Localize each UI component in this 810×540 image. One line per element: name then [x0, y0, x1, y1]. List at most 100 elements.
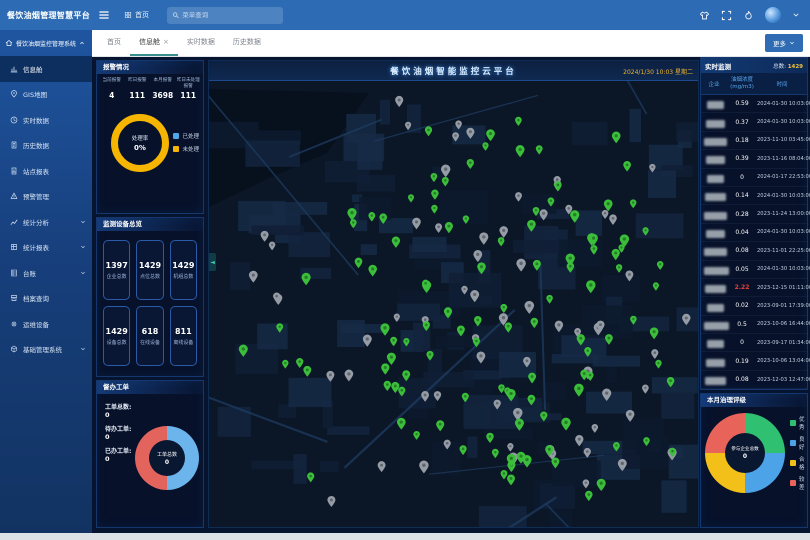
- map-pin[interactable]: [442, 177, 449, 187]
- realtime-row[interactable]: 0.28 2023-11-24 13:00:00: [701, 205, 807, 223]
- sidebar-item[interactable]: 台账: [0, 260, 92, 286]
- map-pin[interactable]: [431, 190, 438, 200]
- realtime-row[interactable]: 0 2023-09-17 01:34:00: [701, 334, 807, 352]
- map-pin[interactable]: [650, 327, 659, 339]
- map-pin[interactable]: [445, 222, 453, 233]
- breadcrumb-home[interactable]: 首页: [124, 10, 149, 20]
- map-pin[interactable]: [616, 264, 622, 273]
- map-pin[interactable]: [501, 470, 508, 479]
- sidebar-item[interactable]: 基础管理系统: [0, 337, 92, 363]
- map-pin[interactable]: [408, 194, 414, 202]
- user-menu-chevron-down-icon[interactable]: [792, 11, 800, 19]
- map-pin[interactable]: [575, 435, 583, 446]
- map-pin[interactable]: [536, 145, 543, 154]
- map-pin[interactable]: [515, 117, 522, 126]
- map-pin[interactable]: [623, 161, 631, 172]
- map-pin[interactable]: [249, 271, 258, 283]
- map-pin[interactable]: [655, 360, 661, 369]
- map-pin[interactable]: [302, 273, 311, 285]
- menu-search[interactable]: [167, 7, 283, 24]
- map-pin[interactable]: [651, 349, 658, 359]
- map-pin[interactable]: [492, 449, 499, 458]
- sidebar-item[interactable]: 运维设备: [0, 311, 92, 337]
- map-pin[interactable]: [425, 126, 432, 136]
- realtime-row[interactable]: 0.37 2024-01-30 10:03:00: [701, 113, 807, 131]
- map-pin[interactable]: [586, 280, 595, 293]
- theme-skin-icon[interactable]: [699, 10, 710, 21]
- map-pin[interactable]: [436, 420, 444, 431]
- map-pin[interactable]: [261, 231, 269, 242]
- tab[interactable]: 历史数据 ×: [224, 30, 270, 56]
- realtime-row[interactable]: 0.19 2023-10-06 13:04:00: [701, 352, 807, 370]
- realtime-row[interactable]: 0.05 2024-01-30 10:03:00: [701, 261, 807, 279]
- map-pin[interactable]: [419, 461, 428, 474]
- map-pin[interactable]: [507, 443, 513, 452]
- map-pin[interactable]: [303, 366, 311, 377]
- tab[interactable]: 信息舱 ×: [130, 30, 178, 56]
- menu-toggle-icon[interactable]: [98, 9, 110, 21]
- sidebar-item[interactable]: 预警管理: [0, 184, 92, 210]
- map-pin[interactable]: [397, 418, 406, 430]
- map-pin[interactable]: [413, 431, 419, 440]
- realtime-row[interactable]: 0.14 2024-01-30 10:03:00: [701, 187, 807, 205]
- map-pin[interactable]: [380, 323, 389, 335]
- map-pin[interactable]: [391, 382, 399, 393]
- realtime-row[interactable]: 0.59 2024-01-30 10:03:00: [701, 95, 807, 113]
- map-pin[interactable]: [345, 370, 354, 382]
- map-pin[interactable]: [381, 363, 389, 374]
- collapse-left-panels-handle[interactable]: ◄: [209, 253, 216, 271]
- map-pin[interactable]: [412, 218, 421, 230]
- sidebar-item[interactable]: 档案查询: [0, 286, 92, 312]
- map-pin[interactable]: [390, 337, 397, 346]
- map-pin[interactable]: [479, 232, 488, 244]
- sidebar-system-header[interactable]: 餐饮油烟监控管理系统: [0, 30, 92, 56]
- map-pin[interactable]: [269, 242, 275, 251]
- map-pin[interactable]: [431, 173, 438, 182]
- notification-flame-icon[interactable]: [743, 10, 754, 21]
- fullscreen-icon[interactable]: [721, 10, 732, 21]
- map-pin[interactable]: [604, 199, 613, 211]
- tab-close-icon[interactable]: ×: [163, 38, 169, 46]
- map-pin[interactable]: [585, 491, 593, 501]
- map-pin[interactable]: [507, 475, 515, 486]
- map-pin[interactable]: [355, 258, 363, 269]
- map-canvas[interactable]: [209, 81, 698, 527]
- map-pin[interactable]: [368, 265, 377, 277]
- map-pin[interactable]: [597, 479, 606, 491]
- map-pin[interactable]: [561, 418, 570, 431]
- map-pin[interactable]: [583, 479, 590, 488]
- map-pin[interactable]: [653, 282, 659, 290]
- realtime-row[interactable]: 0.02 2023-09-01 17:39:00: [701, 297, 807, 315]
- map-pin[interactable]: [296, 358, 303, 368]
- map-pin[interactable]: [498, 237, 505, 246]
- realtime-row[interactable]: 0.04 2024-01-30 10:03:00: [701, 224, 807, 242]
- realtime-row[interactable]: 2.22 2023-12-15 01:11:00: [701, 279, 807, 297]
- map-pin[interactable]: [460, 445, 467, 455]
- map[interactable]: 餐饮油烟智能监控云平台 2024/1/30 10:03 星期二 ◄: [208, 60, 699, 528]
- map-pin[interactable]: [327, 496, 335, 507]
- realtime-row[interactable]: 0.08 2023-11-01 22:25:00: [701, 242, 807, 260]
- map-pin[interactable]: [392, 237, 400, 248]
- map-pin[interactable]: [435, 223, 442, 233]
- map-pin[interactable]: [387, 353, 396, 365]
- more-button[interactable]: 更多: [765, 34, 803, 52]
- map-pin[interactable]: [657, 261, 663, 270]
- sidebar-item[interactable]: 实时数据: [0, 107, 92, 133]
- map-pin[interactable]: [522, 455, 531, 467]
- realtime-row[interactable]: 0.08 2023-12-03 12:47:00: [701, 371, 807, 389]
- map-pin[interactable]: [431, 205, 437, 214]
- map-pin[interactable]: [609, 214, 617, 225]
- map-pin[interactable]: [378, 461, 386, 472]
- map-pin[interactable]: [474, 316, 482, 326]
- realtime-row[interactable]: 0 2024-01-17 22:53:00: [701, 169, 807, 187]
- map-pin[interactable]: [395, 96, 403, 107]
- map-pin[interactable]: [525, 301, 535, 314]
- map-pin[interactable]: [602, 210, 609, 219]
- tab[interactable]: 实时数据 ×: [178, 30, 224, 56]
- realtime-row[interactable]: 0.18 2023-11-10 03:45:00: [701, 132, 807, 150]
- sidebar-item[interactable]: 站点报表: [0, 158, 92, 184]
- map-pin[interactable]: [642, 385, 649, 394]
- menu-search-input[interactable]: [182, 12, 278, 19]
- sidebar-item[interactable]: 信息舱: [0, 56, 92, 82]
- realtime-row[interactable]: 0.39 2023-11-16 08:04:00: [701, 150, 807, 168]
